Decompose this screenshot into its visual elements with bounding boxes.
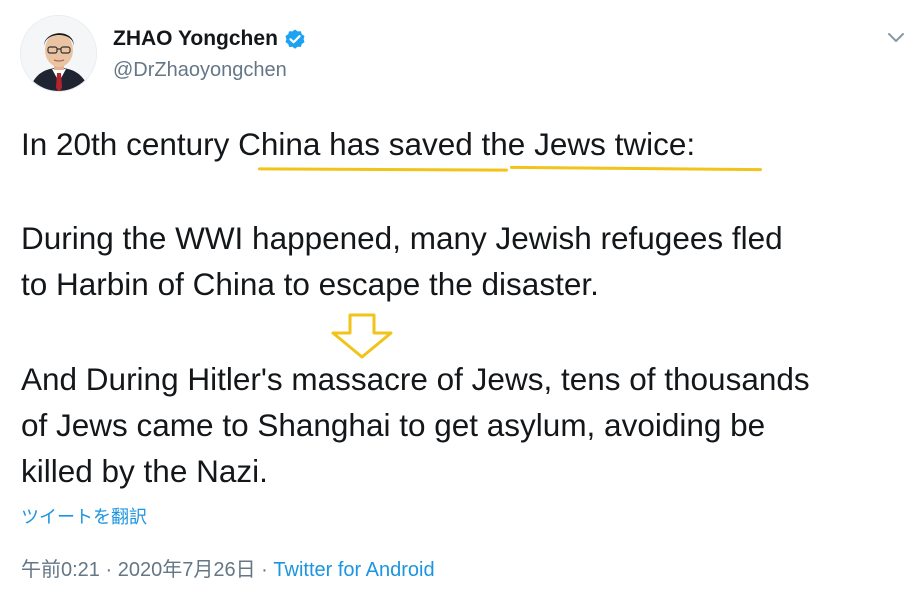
tweet-text-line: to Harbin of China to escape the disaste… (21, 266, 599, 302)
tweet-meta: 午前0:21 · 2020年7月26日 · Twitter for Androi… (21, 553, 435, 582)
meta-separator: · (261, 559, 268, 581)
translate-tweet-link[interactable]: ツイートを翻訳 (21, 503, 147, 529)
avatar[interactable] (20, 15, 97, 92)
down-arrow-annotation (331, 313, 393, 359)
tweet-text-line: In 20th century China has saved the Jews… (21, 126, 696, 162)
meta-separator: · (105, 559, 113, 581)
chevron-down-icon[interactable] (885, 26, 907, 48)
tweet-source-link[interactable]: Twitter for Android (273, 559, 434, 581)
highlight-underline (509, 165, 763, 172)
highlight-underline (257, 167, 509, 172)
tweet-text-line: of Jews came to Shanghai to get asylum, … (21, 407, 766, 443)
tweet-text-line: During the WWI happened, many Jewish ref… (21, 220, 783, 256)
tweet-time[interactable]: 午前0:21 (21, 559, 100, 581)
avatar-portrait (21, 16, 96, 91)
verified-badge-icon (285, 29, 305, 49)
author-name[interactable]: ZHAO Yongchen (113, 27, 278, 51)
tweet-text-line: And During Hitler's massacre of Jews, te… (21, 361, 810, 397)
tweet-text-line: killed by the Nazi. (21, 453, 268, 489)
user-handle[interactable]: @DrZhaoyongchen (113, 59, 287, 82)
tweet-date[interactable]: 2020年7月26日 (118, 559, 256, 581)
author-name-row[interactable]: ZHAO Yongchen (113, 27, 307, 51)
